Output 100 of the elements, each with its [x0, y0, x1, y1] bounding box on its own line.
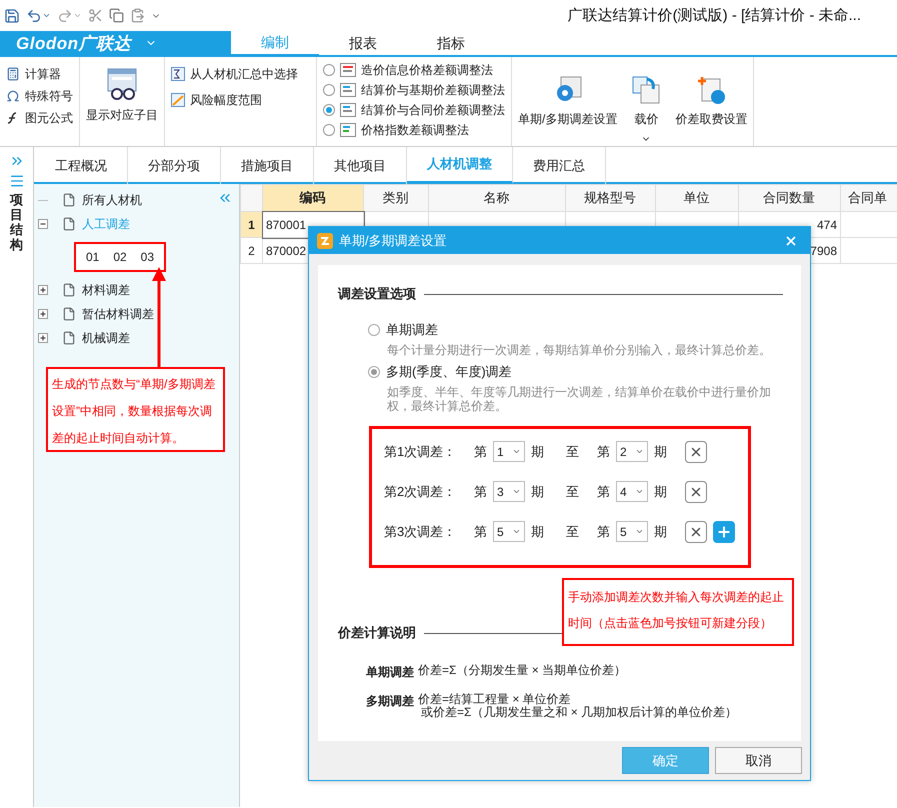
close-icon[interactable] — [784, 234, 798, 248]
delete-button[interactable] — [685, 440, 707, 462]
caret-icon — [635, 527, 644, 536]
mode-radio[interactable]: 多期(季度、年度)调差 — [368, 363, 783, 381]
expand-icon[interactable] — [38, 285, 48, 295]
tree-item[interactable]: 机械调差 — [34, 326, 239, 350]
plus-icon — [716, 524, 732, 540]
document-icon — [62, 307, 76, 321]
add-button[interactable] — [713, 520, 735, 542]
period-suffix: 期 — [654, 442, 667, 460]
annotation-note: 手动添加调差次数并输入每次调差的起止时间（点击蓝色加号按钮可新建分段） — [562, 578, 794, 646]
expand-icon[interactable] — [38, 333, 48, 343]
period-prefix: 第 — [597, 442, 610, 460]
mode-description: 每个计量分期进行一次调差，每期结算单价分别输入，最终计算总价差。 — [387, 343, 772, 357]
cancel-button[interactable]: 取消 — [715, 747, 802, 774]
method-radio[interactable]: 价格指数差额调整法 — [323, 120, 469, 140]
mode-description: 如季度、半年、年度等几期进行一次调差，结算单价在载价中进行量价加权，最终计算总价差。 — [387, 385, 772, 413]
range-word: 至 — [566, 482, 579, 500]
period-select[interactable]: 5 — [616, 521, 648, 542]
radio-button[interactable] — [323, 64, 335, 76]
method-radio[interactable]: 结算价与基期价差额调整法 — [323, 80, 505, 100]
period-select[interactable]: 2 — [616, 441, 648, 462]
radio-button[interactable] — [323, 84, 335, 96]
period-suffix: 期 — [531, 522, 544, 540]
column-header[interactable]: 规格型号 — [566, 184, 656, 212]
ribbon-tab[interactable]: 报表 — [319, 31, 407, 57]
radio-button[interactable] — [323, 104, 335, 116]
range-word: 至 — [566, 442, 579, 460]
radio-button[interactable] — [368, 324, 380, 336]
method-icon — [340, 83, 356, 97]
document-icon — [62, 217, 76, 231]
method-icon — [340, 63, 356, 77]
method-icon — [340, 123, 356, 137]
column-header[interactable]: 类别 — [364, 184, 428, 212]
column-header[interactable]: 合同单 — [840, 184, 897, 212]
method-radio[interactable]: 结算价与合同价差额调整法 — [323, 100, 505, 120]
mode-radio[interactable]: 单期调差 — [368, 321, 783, 339]
delete-button[interactable] — [685, 480, 707, 502]
document-icon — [62, 331, 76, 345]
period-prefix: 第 — [474, 522, 487, 540]
period-select[interactable]: 1 — [493, 441, 525, 462]
adjustment-label: 第1次调差： — [384, 442, 458, 460]
expand-icon[interactable] — [38, 309, 48, 319]
caret-icon — [635, 447, 644, 456]
cut-icon[interactable] — [88, 8, 103, 23]
column-header[interactable]: 编码 — [262, 184, 364, 212]
omega-icon — [6, 89, 20, 103]
period-prefix: 第 — [474, 442, 487, 460]
undo-icon[interactable] — [26, 8, 51, 24]
section-title: 调差设置选项 — [338, 285, 416, 303]
period-select[interactable]: 3 — [493, 481, 525, 502]
caret-icon — [635, 487, 644, 496]
row-number: 1 — [240, 212, 262, 238]
period-select[interactable]: 4 — [616, 481, 648, 502]
period-suffix: 期 — [531, 442, 544, 460]
delete-button[interactable] — [685, 520, 707, 542]
column-header[interactable]: 名称 — [428, 184, 566, 212]
method-radio[interactable]: 造价信息价格差额调整法 — [323, 60, 493, 80]
period-prefix: 第 — [474, 482, 487, 500]
period-select[interactable]: 5 — [493, 521, 525, 542]
ribbon-action-button[interactable]: 从人材机汇总中选择 — [171, 63, 298, 85]
adjustment-label: 第2次调差： — [384, 482, 458, 500]
adjustment-label: 第3次调差： — [384, 522, 458, 540]
price-load-icon — [631, 75, 662, 105]
menu-icon[interactable] — [8, 173, 24, 189]
settings-button[interactable]: 价差取费设置 — [675, 71, 748, 128]
formula-term: 单期调差 — [366, 664, 414, 681]
formula-term: 多期调差 — [366, 693, 414, 710]
redo-icon[interactable] — [57, 8, 82, 24]
show-items-button[interactable]: 显示对应子目 — [86, 63, 158, 124]
copy-icon[interactable] — [109, 8, 124, 23]
radio-button[interactable] — [368, 366, 380, 378]
ribbon-action-button[interactable]: 风险幅度范围 — [171, 89, 262, 111]
calculator-icon — [6, 67, 20, 81]
paste-icon[interactable] — [130, 8, 145, 23]
caret-icon — [512, 487, 521, 496]
period-suffix: 期 — [654, 522, 667, 540]
sigma-table-icon — [171, 67, 185, 81]
radio-button[interactable] — [323, 124, 335, 136]
period-suffix: 期 — [654, 482, 667, 500]
period-suffix: 期 — [531, 482, 544, 500]
formula-text: 或价差=Σ（几期发生量之和 × 几期加权后计算的单位价差） — [421, 706, 738, 719]
ribbon-tool-button[interactable]: 图元公式 — [6, 107, 73, 129]
ribbon-tool-button[interactable]: 计算器 — [6, 63, 61, 85]
tree-item[interactable]: 所有人材机 — [34, 188, 239, 212]
ribbon-tab[interactable]: 指标 — [407, 31, 495, 57]
table-glasses-icon — [106, 67, 138, 101]
annotation-note: 生成的节点数与“单期/多期调差设置”中相同，数量根据每次调差的起止时间自动计算。 — [46, 367, 225, 452]
ribbon-tool-button[interactable]: 特殊符号 — [6, 85, 73, 107]
settings-button[interactable]: 载价 — [631, 71, 662, 144]
tree-item[interactable]: 暂估材料调差 — [34, 302, 239, 326]
column-header[interactable]: 单位 — [656, 184, 738, 212]
save-icon[interactable] — [4, 8, 20, 24]
method-icon — [340, 103, 356, 117]
document-icon — [62, 193, 76, 207]
settings-button[interactable]: 单期/多期调差设置 — [518, 71, 618, 128]
collapse-icon[interactable] — [38, 219, 48, 229]
caret-icon — [512, 447, 521, 456]
tree-item[interactable]: 材料调差 — [34, 278, 239, 302]
column-header[interactable]: 合同数量 — [738, 184, 840, 212]
